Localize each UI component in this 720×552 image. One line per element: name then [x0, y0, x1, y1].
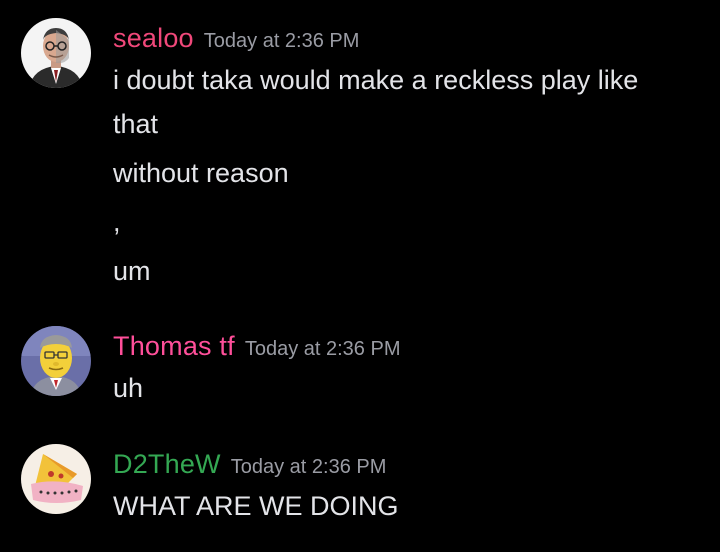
- message-timestamp: Today at 2:36 PM: [244, 338, 401, 360]
- avatar-sealoo[interactable]: [21, 18, 91, 88]
- message-text: without reason: [113, 158, 289, 188]
- message-timestamp: Today at 2:36 PM: [230, 456, 387, 478]
- man-with-glasses-avatar-icon: [21, 18, 91, 88]
- message-text: that: [113, 109, 159, 139]
- avatar-thomas-tf[interactable]: [21, 326, 91, 396]
- message-text: um: [113, 256, 151, 286]
- cartoon-character-avatar-icon: [21, 326, 91, 396]
- avatar-d2thew[interactable]: [21, 444, 91, 514]
- message-text: i doubt taka would make a reckless play …: [113, 65, 639, 95]
- cartoon-pizza-avatar-icon: [21, 444, 91, 514]
- message-text: uh: [113, 373, 144, 403]
- username-d2thew[interactable]: D2TheW: [113, 449, 221, 479]
- username-sealoo[interactable]: sealoo: [113, 23, 194, 53]
- message-timestamp: Today at 2:36 PM: [203, 30, 360, 52]
- message-text: ,: [113, 207, 121, 237]
- username-thomas-tf[interactable]: Thomas tf: [113, 331, 235, 361]
- message-text: WHAT ARE WE DOING: [113, 491, 399, 521]
